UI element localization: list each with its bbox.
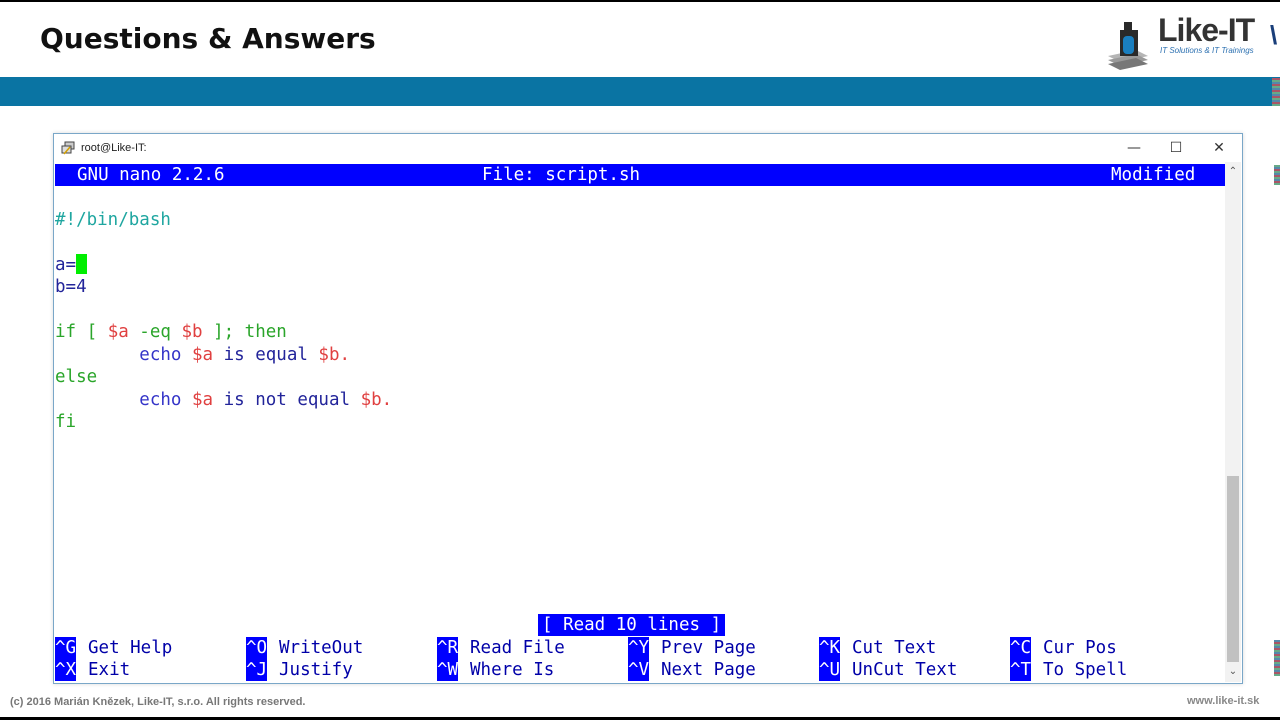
shortcut-key: ^T (1010, 659, 1032, 681)
echo-command: echo (139, 345, 192, 365)
shortcut-key: ^W (437, 659, 459, 681)
edge-decoration (1274, 640, 1280, 676)
shortcut-to-spell[interactable]: ^T To Spell (1010, 659, 1127, 681)
var-a: $a (191, 345, 214, 365)
minimize-button[interactable]: — (1114, 137, 1154, 159)
code-line-echo-equal: echo $a is equal $b. (55, 344, 350, 366)
shortcut-label: Get Help (88, 638, 173, 658)
putty-icon (61, 141, 75, 155)
eq-operator: -eq (128, 322, 182, 342)
echo-text: is equal (213, 345, 319, 365)
var-b: $b (181, 322, 203, 342)
website-footer: www.like-it.sk (1187, 695, 1260, 707)
then-keyword: ]; then (202, 322, 287, 342)
shortcut-label: Justify (279, 660, 353, 680)
shortcut-key: ^J (246, 659, 268, 681)
code-line-shebang: #!/bin/bash (55, 210, 171, 230)
top-border (0, 0, 1280, 2)
shortcut-key: ^V (628, 659, 650, 681)
nano-modified-flag: Modified (1111, 165, 1196, 185)
shortcut-key: ^X (55, 659, 77, 681)
var-a: $a (191, 390, 214, 410)
code-line-else: else (55, 367, 98, 387)
nano-filename: File: script.sh (482, 165, 641, 185)
var-b: $b. (318, 345, 351, 365)
code-line-if: if [ $a -eq $b ]; then (55, 321, 287, 343)
like-it-logo: Like-IT IT Solutions & IT Trainings \ (1104, 12, 1280, 72)
scroll-down-icon[interactable]: ⌄ (1225, 664, 1241, 680)
nano-status-message: [ Read 10 lines ] (538, 614, 726, 636)
shortcut-uncut-text[interactable]: ^U UnCut Text (819, 659, 957, 681)
window-title: root@Like-IT: (81, 142, 147, 154)
shortcut-read-file[interactable]: ^R Read File (437, 637, 565, 659)
shortcut-get-help[interactable]: ^G Get Help (55, 637, 172, 659)
shortcut-key: ^K (819, 637, 841, 659)
shortcut-cut-text[interactable]: ^K Cut Text (819, 637, 936, 659)
edge-decoration (1274, 165, 1280, 185)
logo-text: Like-IT (1158, 12, 1255, 48)
shortcut-label: Cur Pos (1043, 638, 1117, 658)
shortcut-exit[interactable]: ^X Exit (55, 659, 130, 681)
shortcut-label: Next Page (661, 660, 756, 680)
putty-window: root@Like-IT: — ☐ ✕ GNU nano 2.2.6 File:… (53, 133, 1243, 684)
edge-decoration (1272, 78, 1280, 106)
if-keyword: if [ (55, 322, 108, 342)
shortcut-label: Read File (470, 638, 565, 658)
shortcut-label: Prev Page (661, 638, 756, 658)
code-line-fi: fi (55, 412, 77, 432)
shortcut-key: ^U (819, 659, 841, 681)
shortcut-label: Where Is (470, 660, 555, 680)
header-band (0, 77, 1280, 106)
partner-logo-fragment: \ (1270, 20, 1278, 50)
shortcut-key: ^G (55, 637, 77, 659)
shortcut-where-is[interactable]: ^W Where Is (437, 659, 554, 681)
shortcut-key: ^Y (628, 637, 650, 659)
shortcut-key: ^O (246, 637, 268, 659)
nano-header-bar: GNU nano 2.2.6 File: script.sh Modified (55, 164, 1225, 186)
echo-text: is not equal (213, 390, 361, 410)
shortcut-label: Cut Text (852, 638, 937, 658)
maximize-button[interactable]: ☐ (1156, 137, 1196, 159)
shortcut-justify[interactable]: ^J Justify (246, 659, 353, 681)
a-assign-text: a= (55, 255, 77, 275)
var-b: $b. (360, 390, 393, 410)
close-button[interactable]: ✕ (1199, 137, 1239, 159)
vertical-scrollbar[interactable]: ⌃ ⌄ (1225, 162, 1241, 682)
shortcut-prev-page[interactable]: ^Y Prev Page (628, 637, 756, 659)
code-line-echo-not-equal: echo $a is not equal $b. (55, 389, 392, 411)
shortcut-label: UnCut Text (852, 660, 958, 680)
logo-tagline: IT Solutions & IT Trainings (1160, 46, 1254, 55)
copyright-footer: (c) 2016 Marián Knězek, Like-IT, s.r.o. … (10, 696, 306, 708)
logo-mark-icon (1108, 22, 1148, 70)
code-line-a: a= (55, 254, 88, 276)
scrollbar-thumb[interactable] (1227, 476, 1239, 662)
var-a: $a (107, 322, 129, 342)
text-cursor (76, 254, 88, 274)
shortcut-writeout[interactable]: ^O WriteOut (246, 637, 363, 659)
code-line-b: b=4 (55, 277, 87, 297)
shortcut-label: To Spell (1043, 660, 1128, 680)
shortcut-label: Exit (88, 660, 131, 680)
scroll-up-icon[interactable]: ⌃ (1225, 164, 1241, 180)
slide-title: Questions & Answers (40, 22, 376, 55)
shortcut-cur-pos[interactable]: ^C Cur Pos (1010, 637, 1117, 659)
shortcut-next-page[interactable]: ^V Next Page (628, 659, 756, 681)
shortcut-label: WriteOut (279, 638, 364, 658)
echo-command: echo (139, 390, 192, 410)
nano-version: GNU nano 2.2.6 (77, 165, 225, 185)
terminal[interactable]: GNU nano 2.2.6 File: script.sh Modified … (55, 162, 1225, 682)
shortcut-key: ^C (1010, 637, 1032, 659)
shortcut-key: ^R (437, 637, 459, 659)
window-titlebar[interactable]: root@Like-IT: — ☐ ✕ (54, 134, 1242, 162)
